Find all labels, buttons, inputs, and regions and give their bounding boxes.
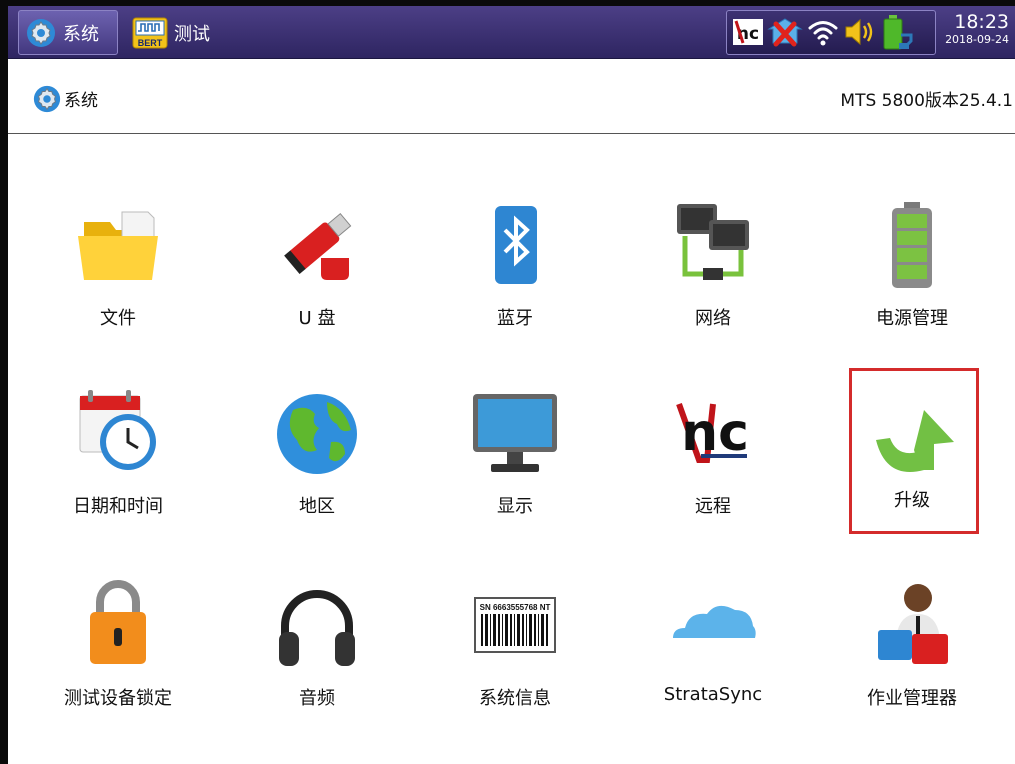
vnc-icon: nc: [733, 19, 763, 45]
tile-files[interactable]: 文件: [23, 200, 213, 360]
tile-display[interactable]: 显示: [420, 388, 610, 548]
tile-label: 系统信息: [479, 688, 551, 709]
tile-label: StrataSync: [663, 684, 763, 705]
screen-frame-left: [0, 0, 8, 764]
tile-stratasync[interactable]: StrataSync: [618, 580, 808, 740]
tile-system-info[interactable]: SN 6663555768 NT 系统信息: [420, 580, 610, 740]
tile-label: 测试设备锁定: [64, 688, 172, 709]
tab-system-label: 系统: [63, 23, 99, 45]
upgrade-arrow-icon: [876, 410, 954, 472]
tile-label: 音频: [299, 688, 335, 709]
tile-network[interactable]: 网络: [618, 200, 808, 360]
monitor-icon: [473, 394, 557, 472]
headphones-icon: [279, 590, 355, 666]
clock: 18:23 2018-09-24: [935, 11, 1009, 47]
network-disconnected-icon: [767, 18, 803, 47]
tab-test[interactable]: BERT 测试: [126, 10, 210, 55]
tab-system[interactable]: 系统: [18, 10, 118, 55]
barcode-text: SN 6663555768 NT: [480, 603, 551, 612]
page-header: 系统 MTS 5800版本25.4.1: [8, 60, 1015, 134]
bert-badge-text: BERT: [138, 38, 163, 48]
tile-region[interactable]: 地区: [222, 388, 412, 548]
padlock-icon: [90, 580, 146, 664]
tile-bluetooth[interactable]: 蓝牙: [420, 200, 610, 360]
network-icon: [677, 204, 749, 280]
tile-label: 远程: [695, 496, 731, 517]
tile-label: 地区: [299, 496, 335, 517]
tile-label: U 盘: [298, 308, 336, 329]
battery-charging-icon: [883, 15, 913, 50]
tile-label: 显示: [497, 496, 533, 517]
tile-usb[interactable]: U 盘: [222, 200, 412, 360]
page-title: 系统: [64, 91, 98, 111]
job-manager-icon: [878, 584, 948, 664]
tile-upgrade[interactable]: 升级: [817, 368, 1007, 560]
tile-label: 电源管理: [876, 308, 948, 329]
barcode-icon: SN 6663555768 NT: [474, 597, 556, 653]
speaker-icon: [845, 18, 873, 46]
tile-date-time[interactable]: 日期和时间: [23, 388, 213, 548]
tile-label: 作业管理器: [867, 688, 957, 709]
tile-label: 日期和时间: [73, 496, 163, 517]
globe-icon: [277, 394, 357, 474]
bluetooth-icon: [495, 206, 537, 284]
tile-label: 蓝牙: [497, 308, 533, 329]
cloud-icon: [673, 605, 756, 638]
tile-label: 升级: [894, 490, 930, 511]
status-area[interactable]: nc: [726, 10, 936, 55]
tile-label: 网络: [695, 308, 731, 329]
gear-icon: [33, 85, 61, 113]
calendar-clock-icon: [79, 390, 156, 470]
version-text: MTS 5800版本25.4.1: [840, 91, 1013, 111]
usb-drive-icon: [284, 212, 352, 280]
tile-job-manager[interactable]: 作业管理器: [817, 580, 1007, 740]
clock-date: 2018-09-24: [945, 33, 1009, 46]
vnc-remote-icon: nc: [676, 402, 749, 463]
wifi-icon: [808, 21, 838, 46]
tab-test-label: 测试: [174, 23, 210, 45]
tile-label: 文件: [100, 308, 136, 329]
folder-icon: [78, 211, 158, 280]
tile-audio[interactable]: 音频: [222, 580, 412, 740]
gear-icon: [27, 18, 55, 47]
clock-time: 18:23: [954, 11, 1009, 33]
bert-test-icon: BERT: [132, 17, 168, 48]
top-bar: 系统 BERT 测试 nc 18:23 2018-09-24: [8, 6, 1015, 59]
tile-power-management[interactable]: 电源管理: [817, 200, 1007, 360]
battery-icon: [892, 202, 932, 288]
tile-remote[interactable]: nc 远程: [618, 388, 808, 548]
tile-test-device-lock[interactable]: 测试设备锁定: [23, 580, 213, 740]
